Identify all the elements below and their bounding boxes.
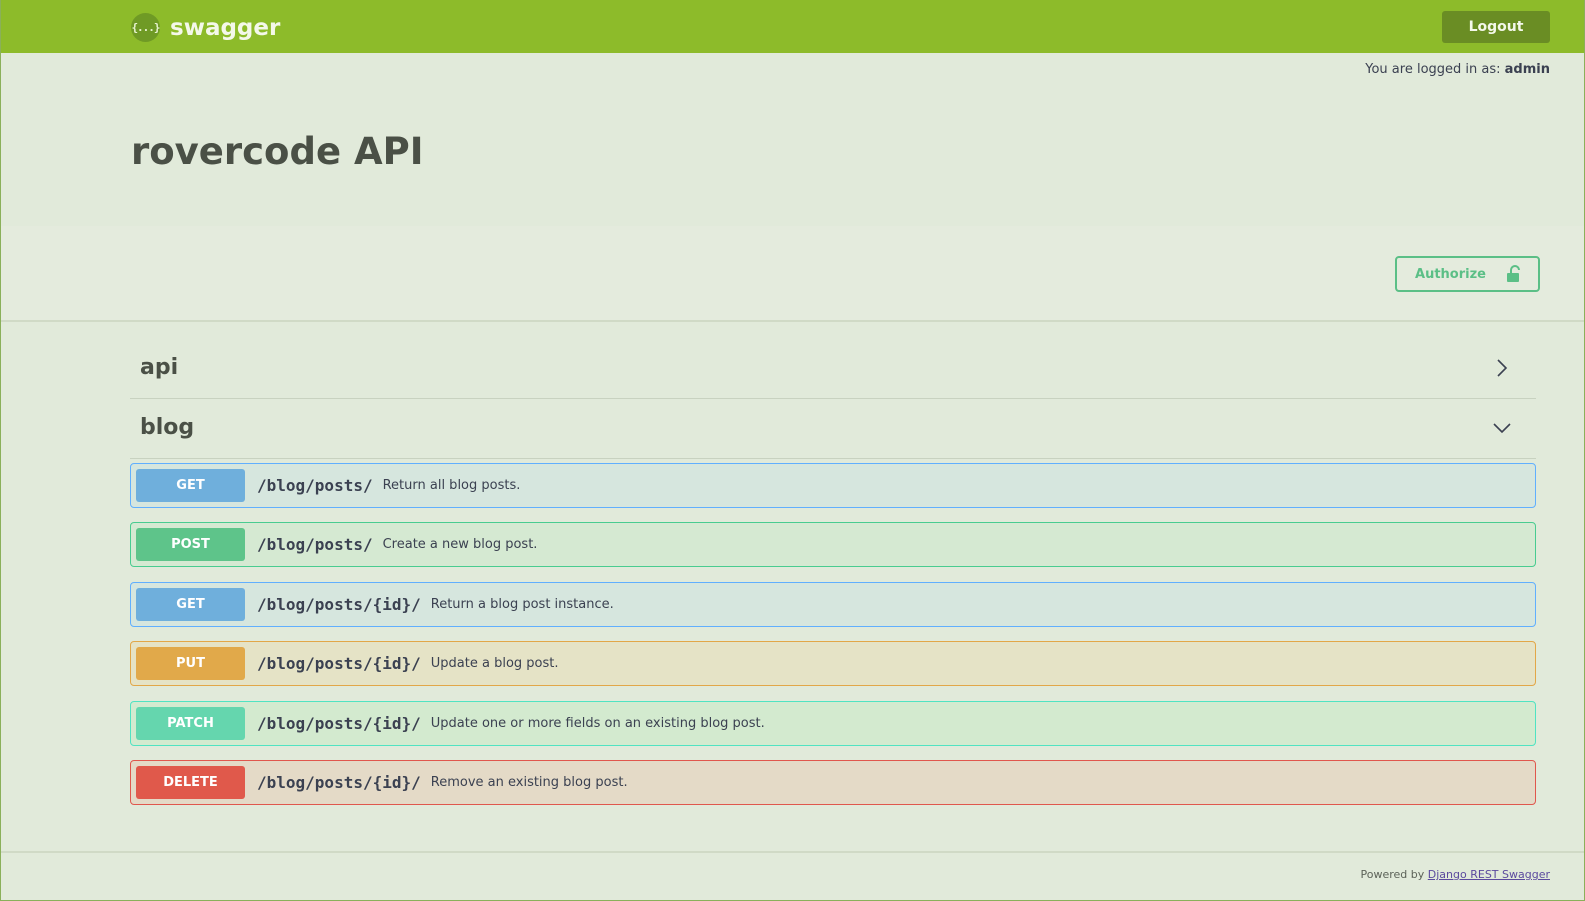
operation-path: /blog/posts/{id}/ [257, 654, 421, 673]
brand-name: swagger [170, 14, 281, 41]
method-badge: GET [136, 469, 245, 502]
logout-button[interactable]: Logout [1442, 11, 1550, 43]
login-status-prefix: You are logged in as: [1365, 62, 1501, 77]
operation-row[interactable]: GET /blog/posts/{id}/ Return a blog post… [130, 582, 1536, 627]
operation-row[interactable]: PUT /blog/posts/{id}/ Update a blog post… [130, 641, 1536, 686]
operation-summary: Create a new blog post. [382, 537, 538, 552]
method-badge: POST [136, 528, 245, 561]
chevron-down-icon [1493, 422, 1511, 433]
tag-api-label: api [140, 355, 179, 380]
tag-api[interactable]: api [130, 337, 1536, 399]
page-title: rovercode API [131, 130, 424, 173]
method-badge: PATCH [136, 707, 245, 740]
topbar: {...} swagger Logout [1, 0, 1584, 53]
operation-summary: Return all blog posts. [382, 478, 521, 493]
operation-summary: Return a blog post instance. [430, 597, 614, 612]
tag-blog-label: blog [140, 415, 195, 440]
operation-path: /blog/posts/ [257, 535, 373, 554]
swagger-logo-icon: {...} [131, 13, 161, 42]
footer: Powered by Django REST Swagger [1, 851, 1584, 901]
tag-blog[interactable]: blog [130, 397, 1536, 459]
method-badge: GET [136, 588, 245, 621]
operation-path: /blog/posts/ [257, 476, 373, 495]
swagger-ui-page: {...} swagger Logout You are logged in a… [0, 0, 1585, 901]
operation-row[interactable]: POST /blog/posts/ Create a new blog post… [130, 522, 1536, 567]
method-badge: DELETE [136, 766, 245, 799]
login-status: You are logged in as: admin [1365, 62, 1550, 77]
operation-path: /blog/posts/{id}/ [257, 773, 421, 792]
operation-path: /blog/posts/{id}/ [257, 595, 421, 614]
operation-summary: Update one or more fields on an existing… [430, 716, 765, 731]
operation-row[interactable]: GET /blog/posts/ Return all blog posts. [130, 463, 1536, 508]
login-username: admin [1504, 62, 1550, 77]
operation-summary: Update a blog post. [430, 656, 559, 671]
operation-row[interactable]: PATCH /blog/posts/{id}/ Update one or mo… [130, 701, 1536, 746]
django-rest-swagger-link[interactable]: Django REST Swagger [1428, 868, 1550, 881]
brand[interactable]: {...} swagger [131, 13, 280, 42]
footer-prefix: Powered by [1360, 868, 1425, 881]
unlock-icon [1506, 265, 1520, 282]
auth-section: Authorize [1, 226, 1584, 322]
chevron-right-icon [1497, 358, 1508, 377]
operation-path: /blog/posts/{id}/ [257, 714, 421, 733]
authorize-button[interactable]: Authorize [1395, 256, 1540, 292]
footer-text: Powered by Django REST Swagger [1361, 868, 1550, 881]
authorize-label: Authorize [1415, 266, 1486, 282]
operation-summary: Remove an existing blog post. [430, 775, 628, 790]
operation-row[interactable]: DELETE /blog/posts/{id}/ Remove an exist… [130, 760, 1536, 805]
method-badge: PUT [136, 647, 245, 680]
